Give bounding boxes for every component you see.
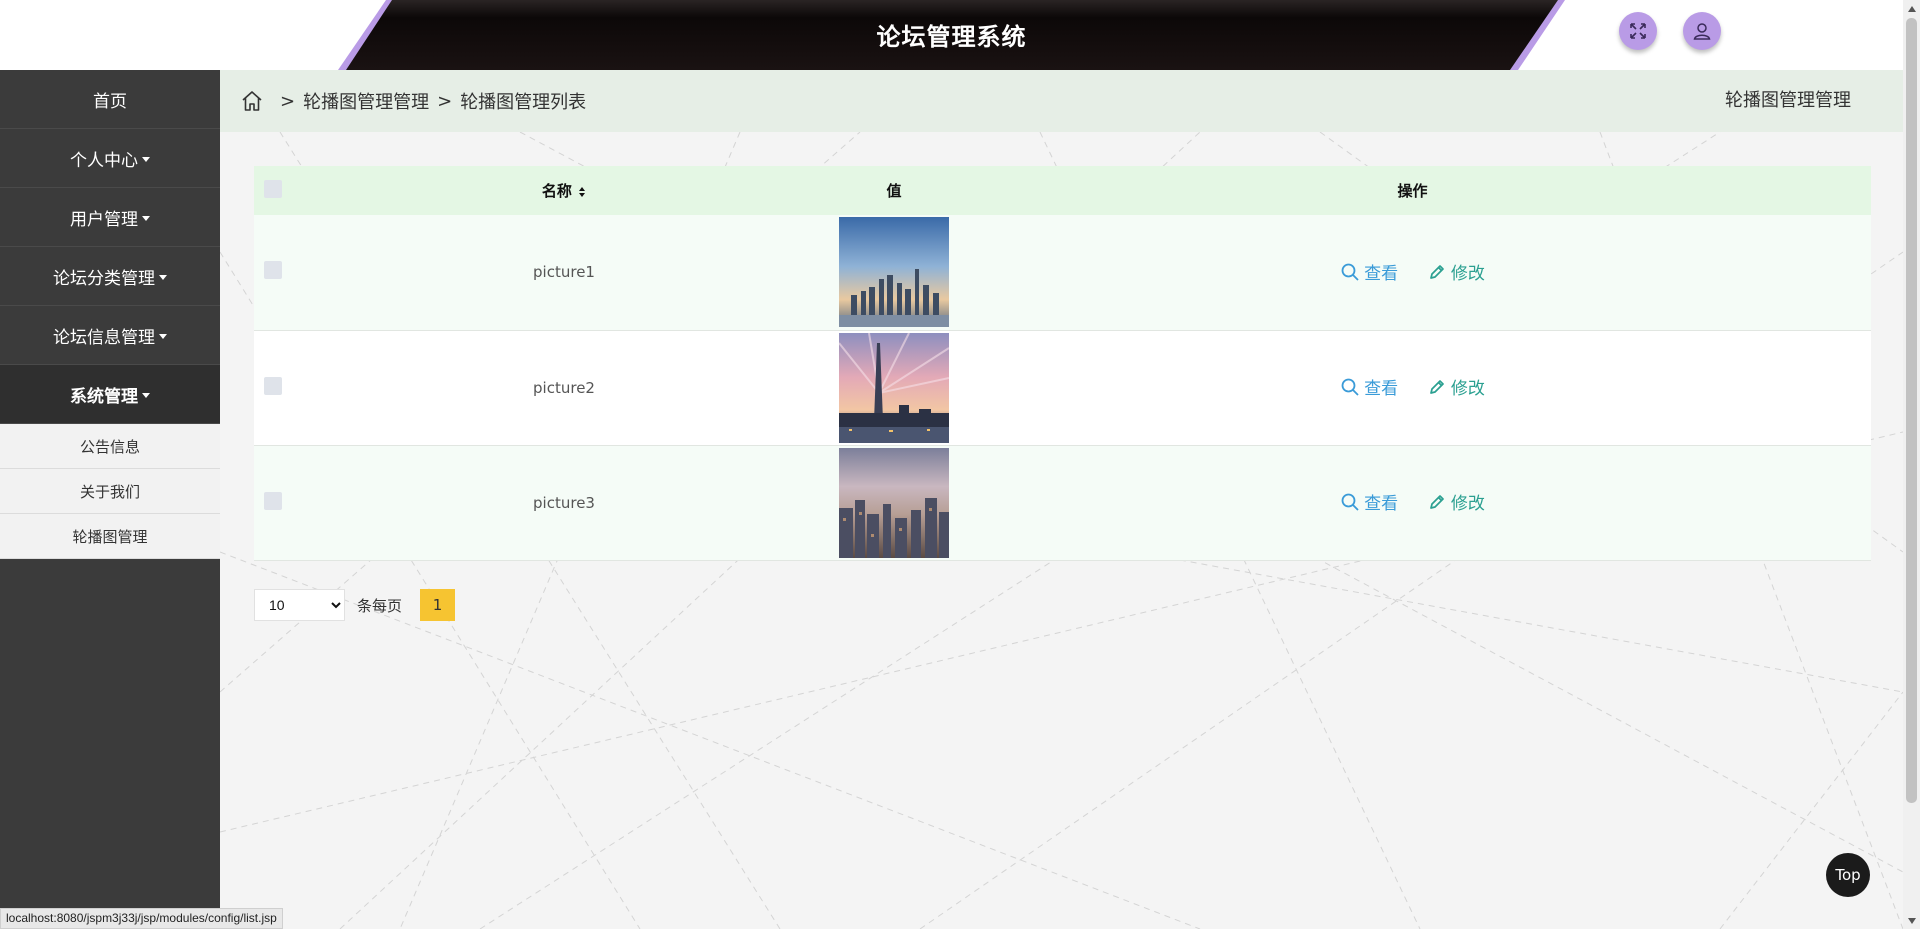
scroll-up-arrow[interactable] [1903, 0, 1920, 17]
column-header-name[interactable]: 名称 [294, 166, 834, 215]
sidebar-item-label: 论坛信息管理 [53, 327, 155, 348]
table-header-row: 名称 值 操作 [254, 166, 1871, 215]
app-title: 论坛管理系统 [876, 23, 1027, 51]
per-page-label: 条每页 [357, 596, 403, 615]
status-bar-url: localhost:8080/jspm3j33j/jsp/modules/con… [0, 908, 283, 929]
sidebar-item-personal-center[interactable]: 个人中心 [0, 129, 220, 188]
tower-pink-sky-image [839, 332, 949, 443]
pencil-icon [1430, 379, 1444, 394]
sort-icon[interactable] [578, 186, 586, 198]
edit-button[interactable]: 修改 [1427, 374, 1485, 399]
caret-down-icon [159, 333, 167, 339]
pencil-icon [1430, 264, 1444, 279]
edit-label: 修改 [1450, 379, 1485, 400]
user-icon [1693, 23, 1711, 40]
edit-button[interactable]: 修改 [1427, 259, 1485, 284]
scroll-down-arrow[interactable] [1903, 912, 1920, 929]
column-header-label: 名称 [541, 182, 572, 200]
fullscreen-button[interactable] [1619, 12, 1657, 50]
search-icon [1341, 378, 1359, 396]
sidebar-item-label: 论坛分类管理 [53, 268, 155, 289]
sidebar-item-label: 用户管理 [70, 209, 138, 230]
breadcrumb-link-carousel-management[interactable]: 轮播图管理管理 [303, 88, 429, 114]
cell-name: picture2 [533, 378, 595, 397]
expand-icon [1630, 23, 1646, 39]
home-icon[interactable] [240, 89, 264, 113]
caret-down-icon [142, 156, 150, 162]
edit-label: 修改 [1450, 494, 1485, 515]
view-label: 查看 [1364, 264, 1399, 284]
cell-name: picture1 [533, 263, 595, 282]
city-skyline-dusk-image [839, 217, 949, 328]
sidebar-subitem-label: 轮播图管理 [72, 527, 148, 546]
arrow-down-icon [1907, 917, 1916, 924]
sidebar-item-label: 个人中心 [70, 150, 138, 171]
breadcrumb-separator: > [280, 90, 296, 112]
breadcrumb-separator: > [437, 90, 453, 112]
column-header-value: 值 [886, 182, 902, 200]
cell-name: picture3 [533, 493, 595, 512]
page-size-select[interactable]: 10 [254, 589, 345, 621]
row-checkbox[interactable] [264, 376, 282, 395]
view-label: 查看 [1364, 379, 1399, 400]
search-icon [1341, 263, 1359, 281]
search-icon [1341, 493, 1359, 511]
sidebar-item-label: 首页 [93, 91, 127, 112]
sidebar-item-forum-info[interactable]: 论坛信息管理 [0, 306, 220, 365]
view-button[interactable]: 查看 [1340, 489, 1398, 514]
breadcrumb: > 轮播图管理管理 > 轮播图管理列表 轮播图管理管理 [220, 70, 1903, 132]
view-label: 查看 [1364, 494, 1399, 515]
sidebar-item-system-management[interactable]: 系统管理 [0, 365, 220, 424]
city-buildings-cloudy-image [839, 447, 949, 558]
caret-down-icon [142, 215, 150, 221]
page-title: 轮播图管理管理 [1725, 90, 1851, 111]
sidebar-subitem-carousel[interactable]: 轮播图管理 [0, 514, 220, 559]
select-all-checkbox[interactable] [264, 179, 282, 198]
edit-button[interactable]: 修改 [1427, 489, 1485, 514]
sidebar-subitem-label: 关于我们 [79, 482, 140, 501]
carousel-table: 名称 值 操作 picture1 查看 修改 picture2 查看 修改 pi… [254, 166, 1871, 561]
pagination: 10 条每页 1 [254, 589, 456, 621]
page-scrollbar[interactable] [1903, 0, 1920, 929]
sidebar: 首页 个人中心 用户管理 论坛分类管理 论坛信息管理 系统管理 公告信息 关于我… [0, 70, 220, 929]
table-row: picture3 查看 修改 [254, 445, 1871, 560]
title-banner: 论坛管理系统 [338, 0, 1565, 70]
arrow-up-icon [1907, 5, 1916, 12]
user-menu-button[interactable] [1683, 12, 1721, 50]
column-header-actions: 操作 [1397, 182, 1428, 200]
back-to-top-button[interactable]: Top [1826, 853, 1870, 897]
sidebar-subitem-about-us[interactable]: 关于我们 [0, 469, 220, 514]
table-row: picture2 查看 修改 [254, 330, 1871, 445]
sidebar-subitem-announcement[interactable]: 公告信息 [0, 424, 220, 469]
pencil-icon [1430, 494, 1444, 509]
main-content: 名称 值 操作 picture1 查看 修改 picture2 查看 修改 pi… [220, 132, 1903, 929]
view-button[interactable]: 查看 [1340, 374, 1398, 399]
sidebar-item-home[interactable]: 首页 [0, 70, 220, 129]
breadcrumb-current: 轮播图管理列表 [460, 92, 587, 113]
top-header: 论坛管理系统 [0, 0, 1903, 70]
caret-down-icon [142, 392, 150, 398]
edit-label: 修改 [1450, 264, 1485, 284]
page-button-current[interactable]: 1 [420, 589, 456, 621]
sidebar-item-user-management[interactable]: 用户管理 [0, 188, 220, 247]
row-checkbox[interactable] [264, 261, 282, 280]
sidebar-item-forum-category[interactable]: 论坛分类管理 [0, 247, 220, 306]
table-row: picture1 查看 修改 [254, 215, 1871, 330]
sidebar-subitem-label: 公告信息 [79, 437, 140, 456]
caret-down-icon [159, 274, 167, 280]
sidebar-item-label: 系统管理 [70, 386, 138, 407]
row-checkbox[interactable] [264, 491, 282, 510]
scrollbar-thumb[interactable] [1906, 18, 1917, 803]
view-button[interactable]: 查看 [1340, 259, 1398, 284]
